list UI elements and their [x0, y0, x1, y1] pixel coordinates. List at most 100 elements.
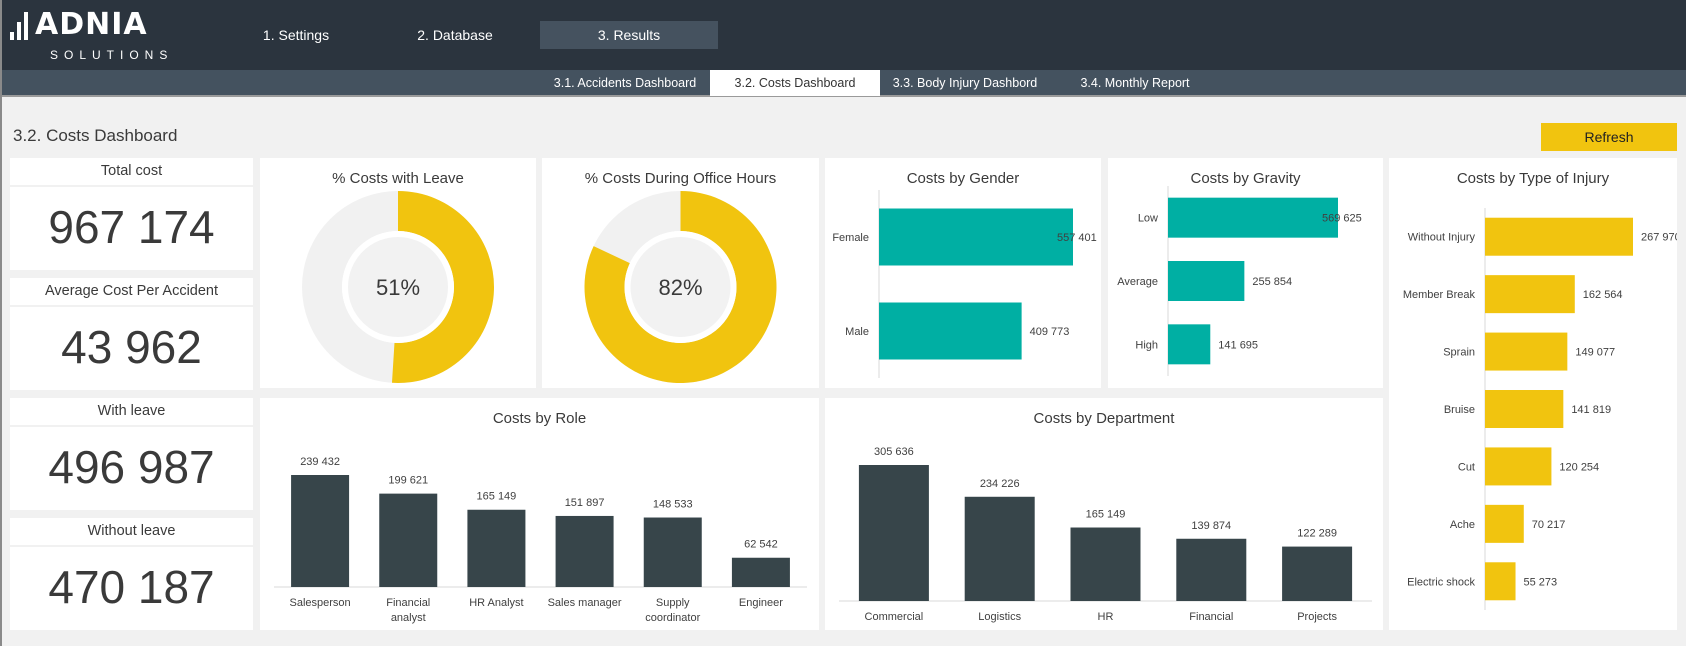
- category-label: Low: [1138, 213, 1158, 225]
- column: [858, 465, 929, 601]
- column-chart-svg: 305 636 Commercial 234 226 Logistics 165 149…: [839, 446, 1372, 623]
- logo-subtitle: SOLUTIONS: [50, 48, 174, 62]
- data-label: 165 149: [477, 491, 517, 503]
- kpi-value: 470 187: [48, 561, 215, 613]
- chart-costs-by-gravity: Costs by Gravity Low 569 625 Average 255 85…: [1108, 158, 1383, 388]
- data-label: 55 273: [1524, 576, 1558, 588]
- chart-costs-office-hours: % Costs During Office Hours 82%: [542, 158, 819, 388]
- bar-chart-svg: Without Injury 267 970 Member Break 162 564…: [1403, 208, 1677, 610]
- data-label: 234 226: [980, 478, 1020, 490]
- category-label: HR Analyst: [469, 597, 523, 609]
- column: [467, 509, 526, 587]
- donut-chart-svg: 82%: [584, 191, 777, 383]
- category-label: HR: [1098, 611, 1114, 623]
- chart-costs-by-injury: Costs by Type of Injury Without Injury 26…: [1389, 158, 1677, 630]
- category-label: Projects: [1297, 611, 1337, 623]
- donut-center-label: 82%: [658, 275, 702, 300]
- data-label: 267 970: [1641, 232, 1677, 244]
- chart-costs-by-gender: Costs by Gender Female 557 401 Male 409 773: [825, 158, 1101, 388]
- kpi-without-leave: Without leave 470 187: [10, 518, 253, 630]
- column: [1176, 538, 1247, 601]
- kpi-with-leave: With leave 496 987: [10, 398, 253, 510]
- tab-monthly-report[interactable]: 3.4. Monthly Report: [1050, 70, 1220, 96]
- data-label: 199 621: [388, 475, 428, 487]
- kpi-value: 967 174: [48, 201, 215, 253]
- column: [379, 493, 438, 587]
- tab-accidents-dashboard[interactable]: 3.1. Accidents Dashboard: [540, 70, 710, 96]
- bar: [1485, 390, 1564, 428]
- nav-results[interactable]: 3. Results: [540, 21, 718, 49]
- chart-costs-with-leave: % Costs with Leave 51%: [260, 158, 536, 388]
- sub-nav-bar: 3.1. Accidents Dashboard 3.2. Costs Dash…: [2, 70, 1686, 97]
- kpi-value: 43 962: [61, 321, 202, 373]
- column-chart-svg: 239 432 Salesperson 199 621 Financial analys…: [274, 456, 807, 624]
- kpi-label: Average Cost Per Accident: [10, 278, 253, 307]
- bar: [1485, 217, 1633, 256]
- data-label: 409 773: [1030, 326, 1070, 338]
- data-label: 239 432: [300, 456, 340, 468]
- tab-body-injury-dashboard[interactable]: 3.3. Body Injury Dashbord: [880, 70, 1050, 96]
- data-label: 141 819: [1571, 404, 1611, 416]
- category-label: Salesperson: [290, 597, 351, 609]
- page-title: 3.2. Costs Dashboard: [13, 126, 178, 145]
- kpi-total-cost: Total cost 967 174: [10, 158, 253, 270]
- bar: [1485, 447, 1552, 486]
- logo: ADNIA SOLUTIONS: [10, 7, 167, 65]
- data-label: 120 254: [1559, 461, 1599, 473]
- data-label: 165 149: [1086, 509, 1126, 521]
- data-label: 122 289: [1297, 528, 1337, 540]
- column: [1282, 546, 1353, 601]
- data-label: 62 542: [744, 539, 778, 551]
- category-label: coordinator: [645, 612, 700, 624]
- data-label: 255 854: [1252, 276, 1292, 288]
- category-label: Electric shock: [1407, 576, 1475, 588]
- data-label: 70 217: [1532, 519, 1566, 531]
- category-label: High: [1135, 339, 1158, 351]
- bar: [1485, 562, 1516, 601]
- data-label: 557 401: [1057, 232, 1097, 244]
- bar: [879, 302, 1022, 360]
- category-label: analyst: [391, 612, 426, 624]
- category-label: Cut: [1458, 461, 1475, 473]
- top-bar: ADNIA SOLUTIONS 1. Settings 2. Database …: [2, 0, 1686, 70]
- logo-bars-icon: [10, 10, 28, 40]
- data-label: 148 533: [653, 499, 693, 511]
- category-label: Financial: [1189, 611, 1233, 623]
- logo-wordmark: ADNIA: [35, 7, 148, 42]
- category-label: Financial: [386, 597, 430, 609]
- bar: [1168, 197, 1338, 238]
- category-label: Engineer: [739, 597, 783, 609]
- donut-chart-svg: 51%: [302, 191, 494, 383]
- data-label: 139 874: [1191, 520, 1231, 532]
- category-label: Commercial: [865, 611, 924, 623]
- chart-costs-by-department: Costs by Department 305 636 Commercial 234…: [825, 398, 1383, 630]
- data-label: 305 636: [874, 446, 914, 458]
- tab-costs-dashboard[interactable]: 3.2. Costs Dashboard: [710, 70, 880, 96]
- data-label: 162 564: [1583, 289, 1623, 301]
- bar-chart-svg: Low 569 625 Average 255 854 High 141 695: [1117, 186, 1362, 376]
- category-label: Sales manager: [548, 597, 622, 609]
- bar: [1168, 261, 1245, 301]
- data-label: 151 897: [565, 497, 605, 509]
- bar: [1485, 504, 1524, 543]
- category-label: Member Break: [1403, 289, 1476, 301]
- category-label: Without Injury: [1408, 232, 1476, 244]
- data-label: 569 625: [1322, 213, 1362, 225]
- category-label: Ache: [1450, 519, 1475, 531]
- column: [1070, 527, 1141, 601]
- nav-database[interactable]: 2. Database: [379, 21, 531, 49]
- kpi-label: Without leave: [10, 518, 253, 547]
- app-window: ADNIA SOLUTIONS 1. Settings 2. Database …: [0, 0, 1686, 646]
- kpi-average-cost: Average Cost Per Accident 43 962: [10, 278, 253, 390]
- kpi-value: 496 987: [48, 441, 215, 493]
- kpi-label: With leave: [10, 398, 253, 427]
- category-label: Male: [845, 326, 869, 338]
- refresh-button[interactable]: Refresh: [1541, 123, 1677, 151]
- bar-chart-svg: Female 557 401 Male 409 773: [832, 190, 1097, 378]
- nav-settings[interactable]: 1. Settings: [220, 21, 372, 49]
- kpi-label: Total cost: [10, 158, 253, 187]
- chart-costs-by-role: Costs by Role 239 432 Salesperson 199 621 F…: [260, 398, 819, 630]
- column: [964, 496, 1035, 601]
- column: [291, 475, 350, 587]
- category-label: Supply: [656, 597, 690, 609]
